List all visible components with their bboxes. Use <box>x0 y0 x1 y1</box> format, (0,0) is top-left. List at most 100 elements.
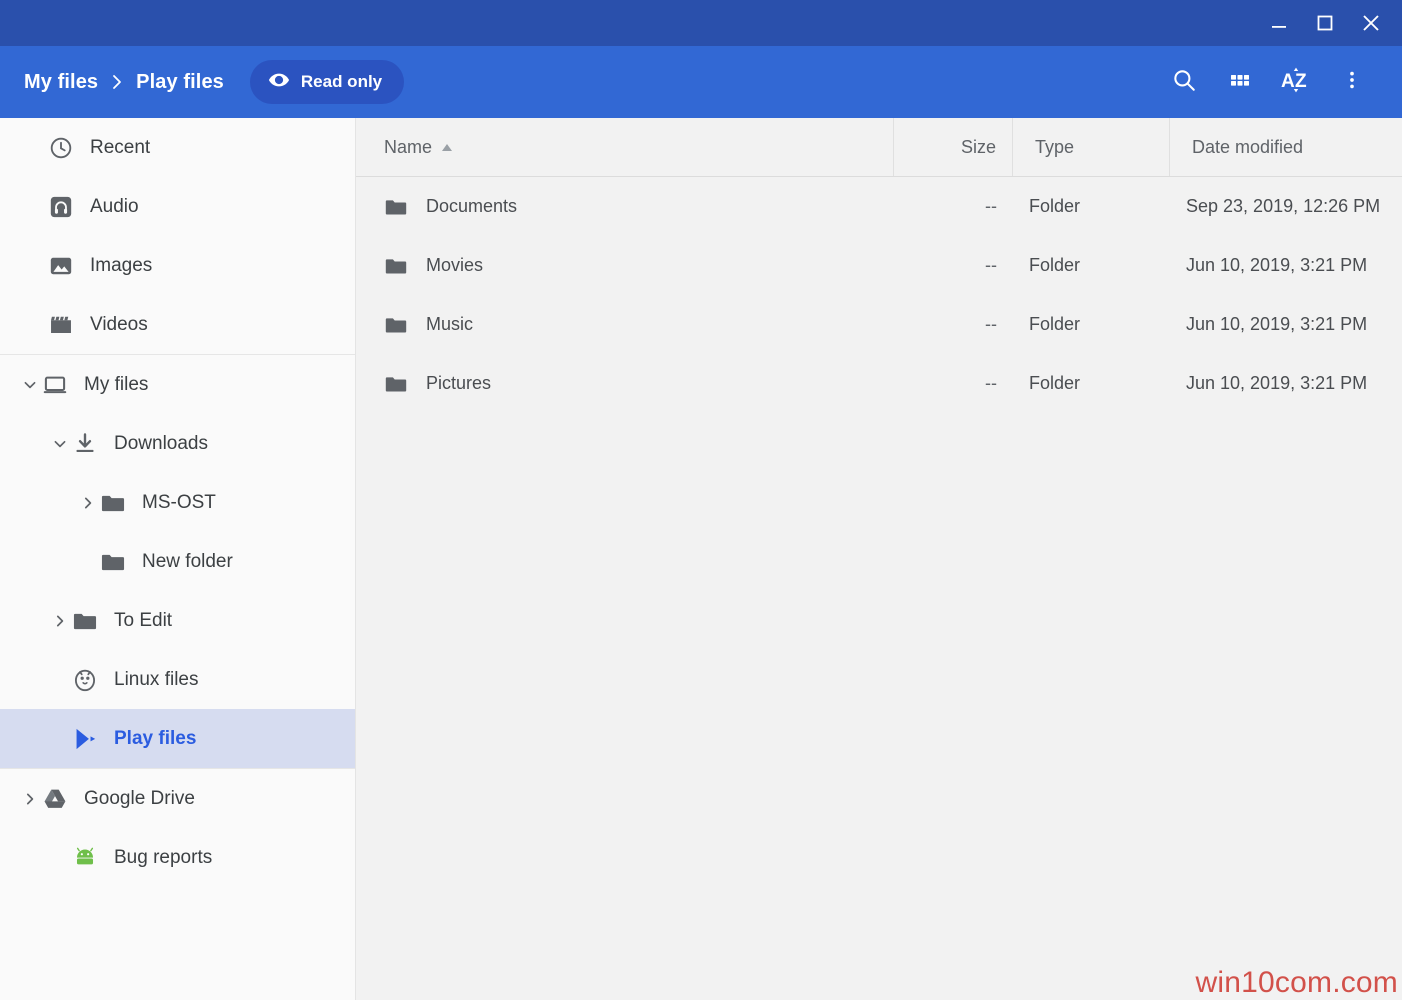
sidebar-item-linux-files[interactable]: Linux files <box>0 650 355 709</box>
more-options-button[interactable] <box>1324 54 1380 110</box>
sidebar-item-label: MS-OST <box>142 491 216 513</box>
folder-icon <box>72 608 98 634</box>
read-only-badge[interactable]: Read only <box>249 60 405 104</box>
maximize-button[interactable] <box>1302 0 1348 46</box>
google-drive-icon <box>42 786 68 812</box>
column-header-date-modified[interactable]: Date modified <box>1170 118 1402 176</box>
column-header-size[interactable]: Size <box>894 118 1013 176</box>
minimize-button[interactable] <box>1256 0 1302 46</box>
sidebar-item-google-drive[interactable]: Google Drive <box>0 769 355 828</box>
svg-text:Z: Z <box>1295 71 1307 92</box>
minimize-icon <box>1268 12 1290 34</box>
column-label-size: Size <box>960 136 996 157</box>
folder-icon <box>384 313 408 337</box>
breadcrumb-item-play-files[interactable]: Play files <box>136 71 224 94</box>
more-vertical-icon <box>1341 69 1363 96</box>
cell-date-modified: Jun 10, 2019, 3:21 PM <box>1186 314 1368 334</box>
cell-size: -- <box>985 314 997 334</box>
file-list-pane: Name Size Type Date modified Documents --… <box>356 118 1402 1000</box>
sidebar-item-label: Linux files <box>114 668 199 690</box>
sidebar-item-play-files[interactable]: Play files <box>0 709 355 768</box>
cell-type: Folder <box>1029 314 1081 334</box>
audio-icon <box>48 194 74 220</box>
table-row[interactable]: Movies -- Folder Jun 10, 2019, 3:21 PM <box>356 236 1402 295</box>
sidebar-item-label: My files <box>84 373 149 395</box>
cell-size: -- <box>985 255 997 275</box>
close-button[interactable] <box>1348 0 1394 46</box>
laptop-icon <box>42 372 68 398</box>
android-icon <box>72 845 98 871</box>
sidebar-item-label: Google Drive <box>84 787 195 809</box>
app-body: Recent Audio Images Videos My files Downloads… <box>0 118 1402 1000</box>
chevron-right-icon[interactable] <box>18 787 42 811</box>
cell-name: Pictures <box>356 354 894 413</box>
file-name: Documents <box>426 196 518 216</box>
column-label-name: Name <box>384 136 433 157</box>
cell-size: -- <box>985 373 997 393</box>
sidebar-item-to-edit[interactable]: To Edit <box>0 591 355 650</box>
sidebar-item-new-folder[interactable]: New folder <box>0 532 355 591</box>
clock-icon <box>48 135 74 161</box>
cell-name: Documents <box>356 177 894 236</box>
file-name: Pictures <box>426 373 492 393</box>
folder-icon <box>384 195 408 219</box>
sidebar-item-my-files[interactable]: My files <box>0 355 355 414</box>
sidebar-item-recent[interactable]: Recent <box>0 118 355 177</box>
image-icon <box>48 253 74 279</box>
read-only-label: Read only <box>300 72 383 91</box>
sidebar-item-images[interactable]: Images <box>0 236 355 295</box>
eye-icon <box>268 69 290 96</box>
file-name: Movies <box>426 255 484 275</box>
cell-date-modified: Sep 23, 2019, 12:26 PM <box>1186 196 1381 216</box>
download-icon <box>72 431 98 457</box>
navigation-sidebar[interactable]: Recent Audio Images Videos My files Downloads… <box>0 118 356 1000</box>
grid-view-icon <box>1228 68 1252 97</box>
sidebar-item-label: To Edit <box>114 609 173 631</box>
search-button[interactable] <box>1156 54 1212 110</box>
file-list-header: Name Size Type Date modified <box>356 118 1402 177</box>
column-label-date-modified: Date modified <box>1192 136 1304 157</box>
window-titlebar <box>0 0 1402 46</box>
table-row[interactable]: Music -- Folder Jun 10, 2019, 3:21 PM <box>356 295 1402 354</box>
sidebar-item-videos[interactable]: Videos <box>0 295 355 354</box>
sidebar-item-ms-ost[interactable]: MS-OST <box>0 473 355 532</box>
table-row[interactable]: Pictures -- Folder Jun 10, 2019, 3:21 PM <box>356 354 1402 413</box>
sort-az-button[interactable]: A Z <box>1268 54 1324 110</box>
sidebar-item-bug-reports[interactable]: Bug reports <box>0 828 355 887</box>
sidebar-item-label: Audio <box>90 195 139 217</box>
chevron-right-icon[interactable] <box>48 609 72 633</box>
breadcrumb-item-my-files[interactable]: My files <box>24 71 98 94</box>
column-header-name[interactable]: Name <box>356 118 894 176</box>
app-toolbar: My files Play files Read only A Z <box>0 46 1402 118</box>
watermark: win10com.com <box>1195 966 1398 999</box>
cell-date-modified: Jun 10, 2019, 3:21 PM <box>1186 373 1368 393</box>
file-list-body: Documents -- Folder Sep 23, 2019, 12:26 PM M… <box>356 177 1402 413</box>
video-icon <box>48 312 74 338</box>
cell-date-modified: Jun 10, 2019, 3:21 PM <box>1186 255 1368 275</box>
sidebar-item-downloads[interactable]: Downloads <box>0 414 355 473</box>
folder-icon <box>384 254 408 278</box>
file-name: Music <box>426 314 474 334</box>
sidebar-item-label: Recent <box>90 136 151 158</box>
sidebar-item-audio[interactable]: Audio <box>0 177 355 236</box>
sort-az-icon: A Z <box>1279 65 1313 100</box>
sidebar-item-label: Images <box>90 254 153 276</box>
view-grid-button[interactable] <box>1212 54 1268 110</box>
sidebar-item-label: Downloads <box>114 432 208 454</box>
folder-icon <box>100 549 126 575</box>
chevron-right-icon <box>110 73 124 91</box>
chevron-right-icon[interactable] <box>76 491 100 515</box>
chevron-down-icon[interactable] <box>48 432 72 456</box>
sidebar-item-label: New folder <box>142 550 233 572</box>
svg-text:A: A <box>1281 71 1295 92</box>
cell-name: Music <box>356 295 894 354</box>
chevron-down-icon[interactable] <box>18 373 42 397</box>
column-header-type[interactable]: Type <box>1013 118 1170 176</box>
google-play-icon <box>72 726 98 752</box>
breadcrumb: My files Play files <box>24 71 224 94</box>
table-row[interactable]: Documents -- Folder Sep 23, 2019, 12:26 PM <box>356 177 1402 236</box>
column-label-type: Type <box>1035 136 1075 157</box>
folder-icon <box>384 372 408 396</box>
search-icon <box>1171 67 1197 98</box>
sort-ascending-icon <box>441 143 453 152</box>
